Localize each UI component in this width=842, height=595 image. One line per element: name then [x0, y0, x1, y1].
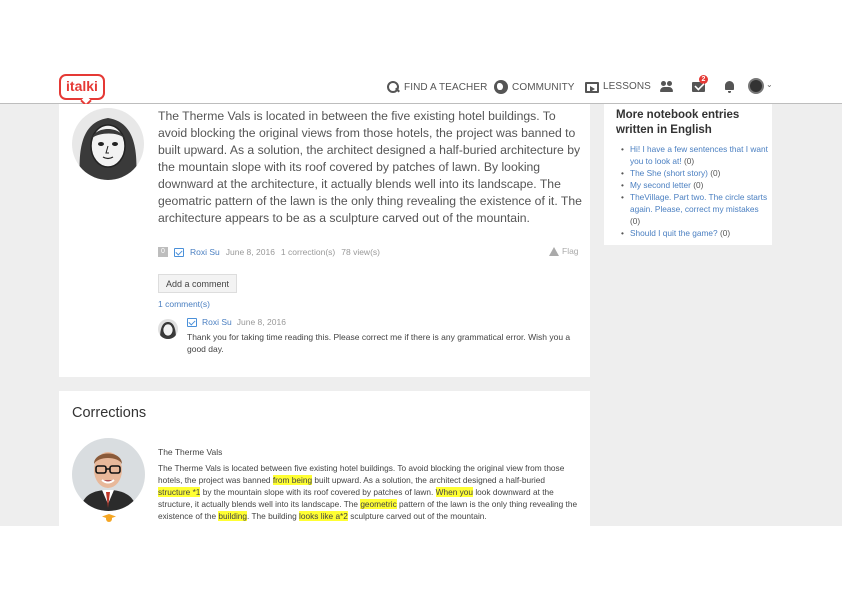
list-item: My second letter (0) — [621, 179, 771, 191]
find-teacher-label: FIND A TEACHER — [404, 81, 488, 93]
flag-button[interactable]: Flag — [549, 246, 579, 256]
entry-link[interactable]: Should I quit the game? — [630, 228, 718, 238]
correction-segment: . The building — [247, 511, 300, 521]
correction-text: The Therme Vals is located between five … — [158, 462, 578, 522]
highlighted-correction: from being — [272, 475, 313, 485]
warning-icon — [549, 246, 559, 256]
correction-segment: by the mountain slope with its roof cove… — [200, 487, 436, 497]
entry-body-text: The Therme Vals is located in between th… — [158, 109, 582, 225]
chevron-down-icon[interactable]: ⌄ — [766, 80, 773, 89]
italki-logo[interactable]: italki — [59, 74, 105, 100]
entry-count: (0) — [630, 216, 641, 226]
entry-meta-row: 0 Roxi Su June 8, 2016 1 correction(s) 7… — [158, 247, 380, 257]
top-whitespace — [0, 0, 842, 70]
graduation-cap-icon — [102, 514, 116, 524]
correction-subtitle: The Therme Vals — [158, 447, 223, 457]
entry-link[interactable]: My second letter — [630, 180, 691, 190]
highlighted-correction: building — [218, 511, 248, 521]
highlighted-correction: structure *1 — [158, 487, 201, 497]
entry-link[interactable]: The She (short story) — [630, 168, 708, 178]
more-entries-title: More notebook entries written in English — [616, 109, 740, 136]
find-teacher-link[interactable]: FIND A TEACHER — [386, 80, 487, 94]
entry-date: June 8, 2016 — [225, 247, 275, 257]
corrections-heading: Corrections — [72, 405, 147, 421]
author-avatar[interactable] — [72, 108, 144, 180]
score-badge: 0 — [158, 247, 168, 257]
comment-author-link[interactable]: Roxi Su — [202, 317, 232, 327]
user-avatar[interactable] — [748, 78, 764, 94]
community-link[interactable]: COMMUNITY — [494, 80, 575, 94]
lessons-link[interactable]: LESSONS — [585, 80, 651, 93]
entry-link[interactable]: TheVillage. Part two. The circle starts … — [630, 192, 767, 214]
more-entries-card: More notebook entries written in English… — [604, 104, 772, 245]
list-item: Hi! I have a few sentences that I want y… — [621, 143, 771, 167]
notebook-entry-card: The Therme Vals is located in between th… — [59, 104, 590, 377]
globe-icon — [494, 80, 508, 94]
list-item: TheVillage. Part two. The circle starts … — [621, 191, 771, 227]
community-label: COMMUNITY — [512, 81, 575, 93]
bell-icon[interactable] — [722, 79, 738, 95]
message-count-badge: 2 — [699, 75, 708, 84]
page-content: The Therme Vals is located in between th… — [0, 104, 842, 526]
flag-label: Flag — [562, 246, 579, 256]
entry-link[interactable]: Hi! I have a few sentences that I want y… — [630, 144, 768, 166]
add-comment-button[interactable]: Add a comment — [158, 274, 237, 293]
comment-text: Thank you for taking time reading this. … — [187, 332, 571, 354]
entry-count: (0) — [719, 228, 731, 238]
corrector-avatar[interactable] — [72, 438, 145, 511]
list-item: Should I quit the game? (0) — [621, 227, 771, 239]
correction-segment: built upward. As a solution, the archite… — [312, 475, 545, 485]
highlighted-correction: When you — [435, 487, 474, 497]
bottom-whitespace — [0, 526, 842, 595]
verified-check-icon — [187, 317, 197, 327]
comment-date: June 8, 2016 — [236, 317, 286, 327]
top-navbar: italki FIND A TEACHER COMMUNITY LESSONS … — [0, 70, 842, 107]
list-item: The She (short story) (0) — [621, 167, 771, 179]
correction-segment: sculpture carved out of the mountain. — [347, 511, 487, 521]
comment-meta-row: Roxi Su June 8, 2016 — [187, 317, 286, 327]
comments-count-link[interactable]: 1 comment(s) — [158, 299, 210, 309]
lesson-screen-icon — [585, 82, 599, 93]
entry-count: (0) — [683, 156, 695, 166]
verified-check-icon — [174, 247, 184, 257]
entry-count: (0) — [710, 168, 721, 178]
entry-count: (0) — [693, 180, 704, 190]
corrections-count: 1 correction(s) — [280, 247, 336, 257]
lessons-label: LESSONS — [603, 81, 651, 92]
comment-author-avatar[interactable] — [158, 319, 178, 339]
search-icon — [386, 80, 400, 94]
corrections-card: Corrections The Therme Vals The Therme V… — [59, 391, 590, 526]
highlighted-correction: looks like a*2 — [299, 511, 348, 521]
views-count: 78 view(s) — [341, 247, 380, 257]
people-icon[interactable] — [660, 79, 676, 95]
highlighted-correction: geometric — [360, 499, 397, 509]
author-link[interactable]: Roxi Su — [190, 247, 220, 257]
mail-icon[interactable]: 2 — [691, 75, 708, 95]
more-entries-list: Hi! I have a few sentences that I want y… — [621, 143, 771, 239]
